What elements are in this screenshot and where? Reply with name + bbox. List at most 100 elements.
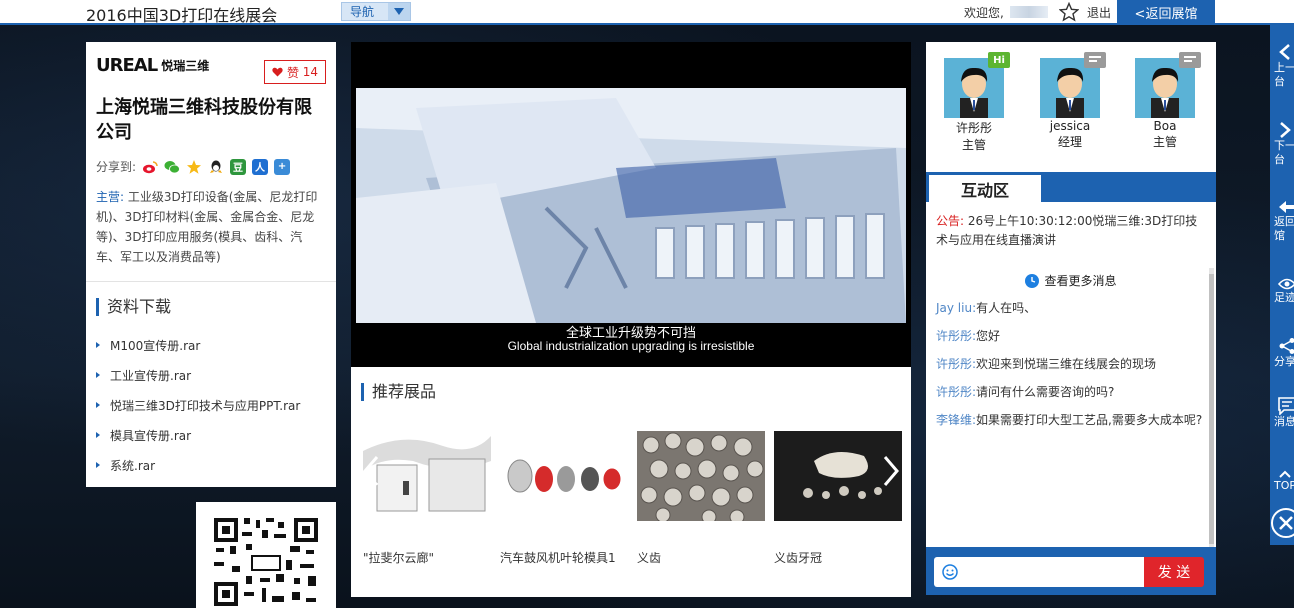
avatar[interactable] [1040, 52, 1106, 118]
logo-mark: UREAL [96, 54, 158, 76]
tab-interaction[interactable]: 互动区 [929, 175, 1041, 202]
chat-scrollbar[interactable] [1209, 268, 1214, 548]
qzone-icon[interactable] [186, 158, 203, 175]
tool-label: TOP [1274, 479, 1294, 492]
avatar[interactable] [1135, 52, 1201, 118]
message-sender: 许彤彤: [936, 385, 977, 399]
product-name[interactable]: 义齿牙冠 [774, 549, 902, 566]
business-text: 工业级3D打印设备(金属、尼龙打印机)、3D打印材料(金属、金属合金、尼龙等)、… [96, 190, 318, 264]
agent-card[interactable]: jessica 经理 [1040, 52, 1106, 150]
agent-card[interactable]: Hi 许彤彤 主管 [944, 52, 1010, 153]
recommended-heading: 推荐展品 [361, 383, 436, 401]
chat-badge-icon [1179, 52, 1201, 68]
clock-icon [1025, 273, 1040, 288]
download-item[interactable]: 模具宣传册.rar [96, 420, 326, 450]
scrollbar-thumb[interactable] [1209, 274, 1214, 544]
downloads-list: M100宣传册.rar 工业宣传册.rar 悦瑞三维3D打印技术与应用PPT.r… [96, 330, 326, 480]
tool-label: 返回展馆 [1274, 215, 1294, 242]
company-logo: UREAL 悦瑞三维 [96, 52, 246, 78]
download-link[interactable]: 系统.rar [110, 457, 155, 474]
agent-name: jessica [1049, 119, 1091, 133]
message-text: 请问有什么需要咨询的吗? [976, 385, 1115, 399]
renren-icon[interactable]: 人 [252, 158, 269, 175]
recommended-products: 推荐展品 "拉斐尔云廊" 汽车鼓风机叶轮模具1 义齿 义齿牙冠 [351, 367, 911, 597]
message-sender: 李锋维: [936, 413, 977, 427]
product-card[interactable]: 汽车鼓风机叶轮模具1 [500, 431, 628, 566]
emoji-icon[interactable] [942, 564, 958, 580]
send-button[interactable]: 发 送 [1144, 557, 1204, 587]
next-booth-button[interactable]: 下一展台 [1270, 121, 1294, 167]
product-card[interactable]: 义齿牙冠 [774, 431, 902, 566]
message-text: 欢迎来到悦瑞三维在线展会的现场 [976, 357, 1157, 371]
divider [86, 281, 336, 282]
tool-label: 上一展台 [1274, 61, 1294, 88]
agent-role: 主管 [1152, 135, 1177, 149]
tab-bar: 互动区 [926, 172, 1216, 202]
nav-dropdown[interactable]: 导航 [341, 2, 411, 21]
agent-name: Boa [1153, 119, 1177, 133]
bullet-icon [96, 432, 100, 438]
product-name[interactable]: 义齿 [637, 549, 765, 566]
eye-icon [1278, 278, 1294, 290]
weibo-icon[interactable] [142, 158, 159, 175]
footprint-button[interactable]: 足迹 [1270, 277, 1294, 305]
logout-link[interactable]: 退出 [1087, 4, 1111, 21]
download-item[interactable]: 系统.rar [96, 450, 326, 480]
product-image[interactable] [500, 431, 628, 521]
top-bar: 2016中国3D打印在线展会 导航 欢迎您, 退出 <返回展馆 [0, 0, 1294, 25]
bullet-icon [96, 402, 100, 408]
nav-label: 导航 [350, 5, 375, 19]
favorite-star-icon[interactable] [1059, 2, 1079, 22]
arrow-left-icon [1279, 201, 1294, 213]
download-link[interactable]: 悦瑞三维3D打印技术与应用PPT.rar [110, 397, 300, 414]
product-card[interactable]: "拉斐尔云廊" [363, 431, 491, 566]
download-item[interactable]: 工业宣传册.rar [96, 360, 326, 390]
download-link[interactable]: M100宣传册.rar [110, 337, 200, 354]
side-toolbar: 上一展台 下一展台 返回展馆 足迹 分享 消息 TOP [1270, 25, 1294, 545]
video-frame[interactable] [356, 88, 906, 323]
wechat-icon[interactable] [164, 158, 181, 175]
logo-cn: 悦瑞三维 [161, 58, 210, 73]
message-icon [1278, 397, 1294, 415]
tool-label: 下一展台 [1274, 139, 1294, 166]
like-button[interactable]: 赞 14 [264, 60, 326, 84]
download-item[interactable]: M100宣传册.rar [96, 330, 326, 360]
chevron-down-icon [388, 3, 410, 20]
product-name[interactable]: "拉斐尔云廊" [363, 549, 491, 566]
download-item[interactable]: 悦瑞三维3D打印技术与应用PPT.rar [96, 390, 326, 420]
more-share-icon[interactable]: + [274, 158, 291, 175]
product-name[interactable]: 汽车鼓风机叶轮模具1 [500, 549, 628, 566]
back-to-top-button[interactable]: TOP [1270, 469, 1294, 493]
carousel-next-icon[interactable] [879, 453, 901, 489]
bullet-icon [96, 372, 100, 378]
video-player[interactable]: 全球工业升级势不可挡 Global industrialization upgr… [351, 42, 911, 367]
prev-booth-button[interactable]: 上一展台 [1270, 43, 1294, 89]
douban-icon[interactable]: 豆 [230, 158, 247, 175]
expo-title: 2016中国3D打印在线展会 [86, 6, 278, 25]
close-toolbar-button[interactable] [1271, 508, 1294, 538]
messages-button[interactable]: 消息 [1270, 397, 1294, 429]
avatar[interactable]: Hi [944, 52, 1010, 118]
chat-input-bar: 发 送 [926, 547, 1216, 595]
close-icon [1279, 516, 1293, 530]
agent-role: 经理 [1057, 135, 1082, 149]
return-hall-button[interactable]: 返回展馆 [1270, 199, 1294, 243]
like-label: 赞 [286, 65, 299, 80]
download-link[interactable]: 模具宣传册.rar [110, 427, 191, 444]
back-to-hall-button[interactable]: <返回展馆 [1117, 0, 1215, 25]
message-input[interactable] [934, 557, 1144, 587]
carousel-prev-icon[interactable] [361, 453, 383, 489]
notice-text: 26号上午10:30:12:00悦瑞三维:3D打印技术与应用在线直播演讲 [936, 214, 1198, 247]
product-image[interactable] [637, 431, 765, 521]
product-card[interactable]: 义齿 [637, 431, 765, 566]
message-text: 如果需要打印大型工艺品,需要多大成本呢? [976, 413, 1203, 427]
agent-card[interactable]: Boa 主管 [1135, 52, 1201, 150]
download-link[interactable]: 工业宣传册.rar [110, 367, 191, 384]
qr-code-panel [196, 502, 336, 608]
view-more-messages[interactable]: 查看更多消息 [926, 272, 1216, 289]
share-icon [1279, 338, 1294, 354]
notice-key: 公告: [936, 214, 965, 228]
message-sender: Jay liu: [936, 301, 977, 315]
qq-icon[interactable] [208, 158, 225, 175]
share-button[interactable]: 分享 [1270, 337, 1294, 369]
